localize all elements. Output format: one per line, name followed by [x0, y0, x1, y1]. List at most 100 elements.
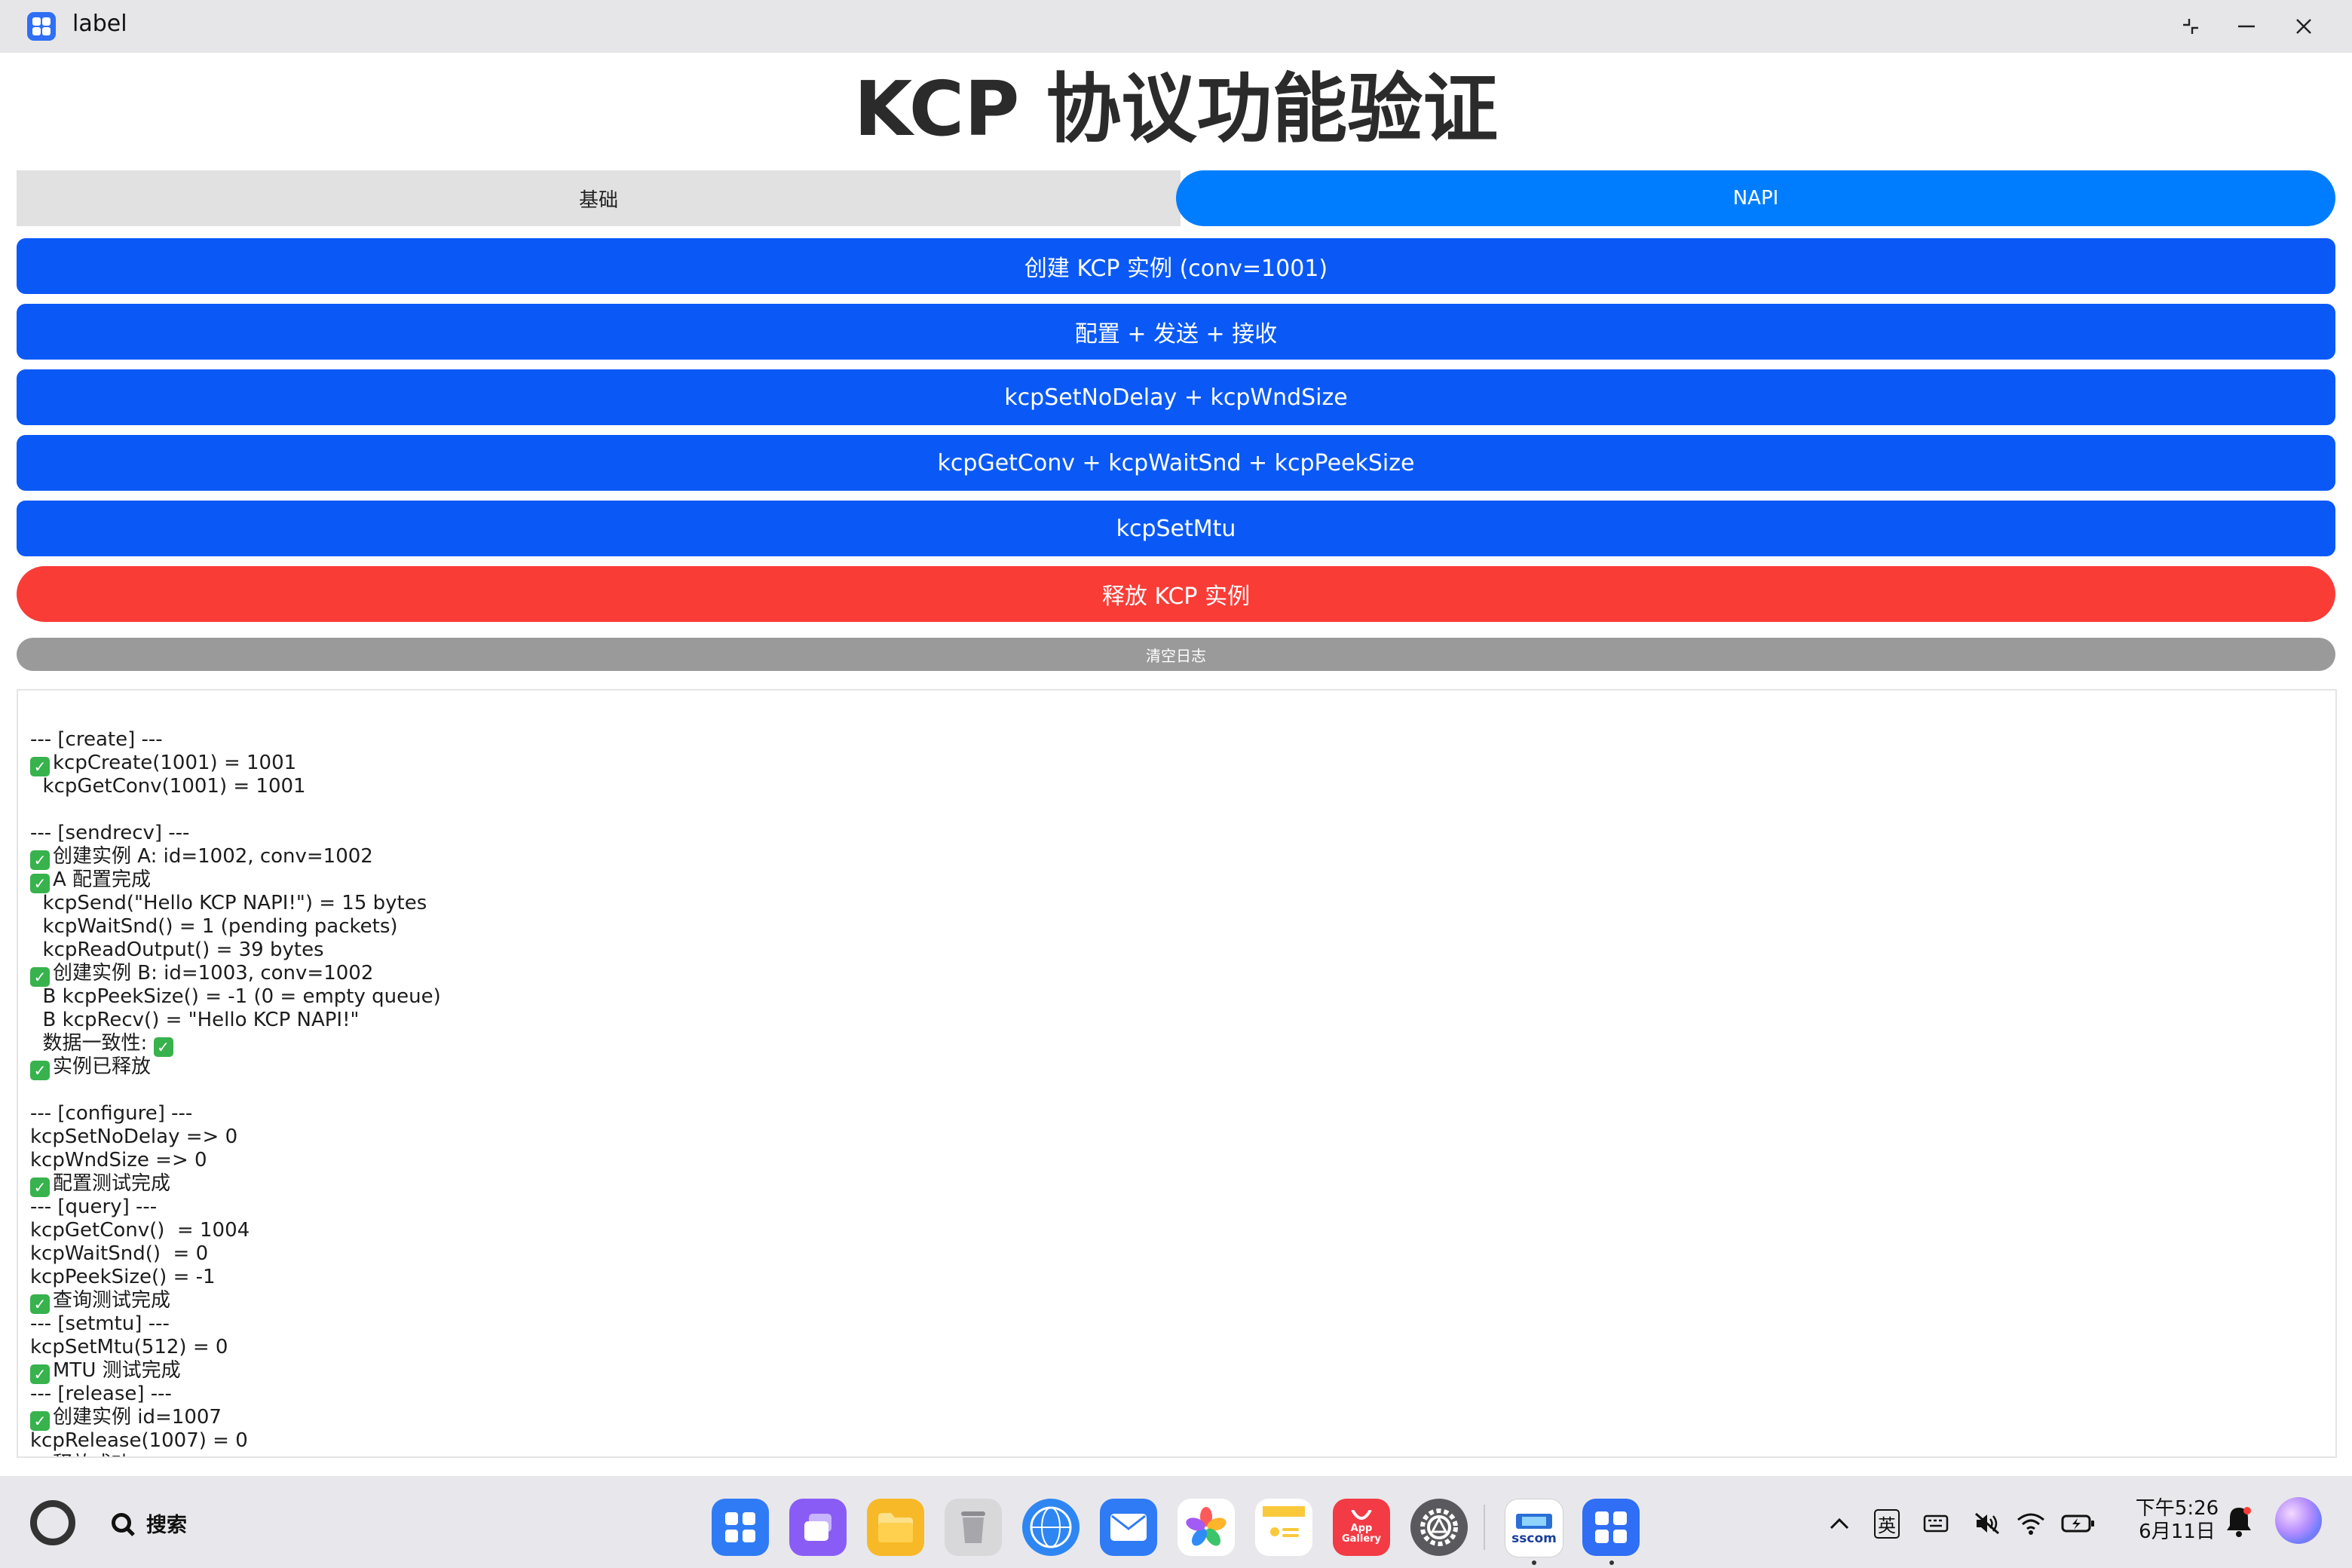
trash-icon[interactable]: [945, 1499, 1002, 1556]
log-line: kcpWaitSnd() = 0: [30, 1242, 2335, 1266]
chevron-up-icon[interactable]: [1824, 1505, 1854, 1542]
window-title: label: [72, 11, 127, 37]
ime-icon[interactable]: 英: [1873, 1505, 1901, 1542]
log-text: kcpSend("Hello KCP NAPI!") = 15 bytes: [30, 892, 427, 914]
log-text: kcpWaitSnd() = 0: [30, 1242, 209, 1265]
taskbar-search[interactable]: 搜索: [112, 1506, 187, 1539]
log-text: B kcpPeekSize() = -1 (0 = empty queue): [30, 985, 441, 1008]
log-text: --- [configure] ---: [30, 1102, 193, 1125]
config-send-receive-button[interactable]: 配置 + 发送 + 接收: [17, 304, 2335, 360]
sscom-label: sscom: [1511, 1531, 1557, 1546]
log-line: kcpWaitSnd() = 1 (pending packets): [30, 915, 2335, 939]
sscom-icon[interactable]: sscom: [1505, 1499, 1563, 1557]
log-line: ✓ 创建实例 id=1007: [30, 1406, 2335, 1431]
ime-label: 英: [1874, 1508, 1900, 1539]
log-line: kcpSetMtu(512) = 0: [30, 1336, 2335, 1359]
log-line: kcpPeekSize() = -1: [30, 1266, 2335, 1289]
log-line: kcpSetNoDelay => 0: [30, 1125, 2335, 1149]
log-line: --- [create] ---: [30, 728, 2335, 752]
log-line: kcpSend("Hello KCP NAPI!") = 15 bytes: [30, 892, 2335, 915]
app-gallery-icon[interactable]: App Gallery: [1333, 1499, 1390, 1556]
keyboard-icon[interactable]: [1921, 1505, 1951, 1542]
check-icon: ✓: [30, 1178, 50, 1197]
log-line: --- [query] ---: [30, 1196, 2335, 1219]
start-button-icon[interactable]: [30, 1500, 75, 1545]
log-line: ✓ A 配置完成: [30, 868, 2335, 893]
battery-icon[interactable]: [2060, 1505, 2097, 1542]
release-instance-button[interactable]: 释放 KCP 实例: [17, 566, 2335, 622]
log-text: kcpGetConv(1001) = 1001: [30, 775, 306, 798]
log-text: 数据一致性:: [30, 1032, 154, 1055]
log-text: --- [create] ---: [30, 728, 163, 751]
log-text: kcpCreate(1001) = 1001: [53, 752, 297, 774]
volume-muted-icon[interactable]: [1972, 1505, 2002, 1542]
log-line: B kcpPeekSize() = -1 (0 = empty queue): [30, 985, 2335, 1009]
log-text: kcpRelease(1007) = 0: [30, 1429, 248, 1452]
create-instance-button[interactable]: 创建 KCP 实例 (conv=1001): [17, 238, 2335, 294]
close-icon[interactable]: [2281, 8, 2326, 45]
log-line: 数据一致性: ✓: [30, 1032, 2335, 1057]
tab-napi[interactable]: NAPI: [1176, 170, 2335, 226]
check-icon: ✓: [30, 850, 50, 870]
check-icon: ✓: [30, 1061, 50, 1080]
log-line: --- [setmtu] ---: [30, 1312, 2335, 1336]
wifi-icon[interactable]: [2014, 1505, 2047, 1542]
app-gallery-label: App Gallery: [1341, 1523, 1382, 1545]
log-text: kcpGetConv() = 1004: [30, 1219, 250, 1242]
tab-basic[interactable]: 基础: [17, 170, 1181, 226]
log-line: ✓ 实例已释放: [30, 1055, 2335, 1080]
notification-bell-icon[interactable]: [2225, 1505, 2252, 1538]
log-text: 配置测试完成: [53, 1172, 171, 1195]
log-line: kcpReadOutput() = 39 bytes: [30, 939, 2335, 962]
log-content: --- [create] --- ✓ kcpCreate(1001) = 1001 …: [18, 691, 2335, 1456]
label-app-running-dot: [1609, 1560, 1614, 1565]
label-app-icon[interactable]: [1582, 1499, 1640, 1556]
log-text: kcpReadOutput() = 39 bytes: [30, 939, 324, 961]
files-icon[interactable]: [867, 1499, 924, 1556]
check-icon: ✓: [153, 1037, 173, 1057]
log-text: --- [sendrecv] ---: [30, 822, 190, 844]
window-titlebar: label: [0, 0, 2352, 53]
dock-divider: [1484, 1505, 1485, 1550]
log-line: ✓ MTU 测试完成: [30, 1359, 2335, 1384]
browser-icon[interactable]: [1022, 1499, 1080, 1556]
gallery-icon[interactable]: [1178, 1499, 1235, 1556]
search-icon: [112, 1513, 131, 1533]
log-line: kcpRelease(1007) = 0: [30, 1429, 2335, 1453]
minimize-icon[interactable]: [2224, 8, 2269, 45]
clock[interactable]: 下午5:26 6月11日: [2132, 1497, 2222, 1544]
notes-icon[interactable]: [1255, 1499, 1312, 1556]
check-icon: ✓: [30, 757, 50, 776]
sscom-running-dot: [1532, 1560, 1536, 1565]
taskbar: 搜索 App Gallery sscom 英 下午5:26 6月11日: [0, 1476, 2352, 1568]
launcher-icon[interactable]: [712, 1499, 769, 1556]
clock-time: 下午5:26: [2135, 1497, 2219, 1520]
clock-date: 6月11日: [2139, 1521, 2216, 1543]
settings-icon[interactable]: [1410, 1499, 1468, 1556]
log-text: kcpPeekSize() = -1: [30, 1266, 216, 1288]
log-text: --- [release] ---: [30, 1383, 172, 1405]
search-label: 搜索: [146, 1513, 187, 1537]
log-line: ✓ 配置测试完成: [30, 1172, 2335, 1197]
log-text: --- [query] ---: [30, 1196, 158, 1218]
page-title: KCP 协议功能验证: [853, 65, 1499, 153]
log-line: --- [release] ---: [30, 1383, 2335, 1406]
set-nodelay-wndsize-button[interactable]: kcpSetNoDelay + kcpWndSize: [17, 369, 2335, 425]
log-line: ✓ 创建实例 B: id=1003, conv=1002: [30, 962, 2335, 987]
clear-log-button[interactable]: 清空日志: [17, 638, 2335, 671]
log-panel[interactable]: --- [create] --- ✓ kcpCreate(1001) = 1001 …: [17, 689, 2337, 1458]
log-text: --- [setmtu] ---: [30, 1312, 170, 1335]
mail-icon[interactable]: [1100, 1499, 1157, 1556]
log-line: B kcpRecv() = "Hello KCP NAPI!": [30, 1009, 2335, 1032]
log-text: kcpWaitSnd() = 1 (pending packets): [30, 915, 398, 938]
assistant-icon[interactable]: [2275, 1497, 2322, 1544]
log-text: kcpWndSize => 0: [30, 1149, 207, 1171]
check-icon: ✓: [30, 1364, 50, 1384]
multitask-icon[interactable]: [789, 1499, 847, 1556]
log-text: MTU 测试完成: [53, 1359, 181, 1382]
restore-icon[interactable]: [2168, 8, 2213, 45]
set-mtu-button[interactable]: kcpSetMtu: [17, 501, 2335, 556]
query-button[interactable]: kcpGetConv + kcpWaitSnd + kcpPeekSize: [17, 435, 2335, 491]
log-line: ✓释放成功: [30, 1453, 2335, 1456]
